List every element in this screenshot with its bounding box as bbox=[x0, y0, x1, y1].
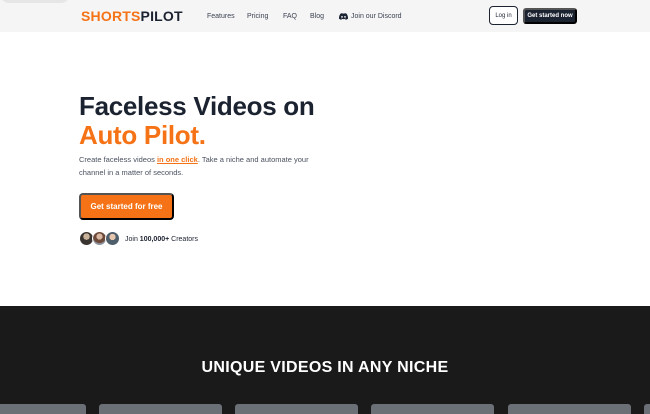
hero-description: Create faceless videos in one click. Tak… bbox=[79, 153, 329, 179]
hero-desc-highlight-link[interactable]: in one click bbox=[157, 155, 198, 164]
discord-icon bbox=[339, 13, 348, 20]
video-card[interactable] bbox=[235, 404, 358, 414]
nav-link-discord[interactable]: Join our Discord bbox=[339, 12, 402, 21]
video-card[interactable] bbox=[508, 404, 631, 414]
niche-section-title: UNIQUE VIDEOS IN ANY NICHE bbox=[201, 359, 449, 376]
logo-part-shorts: SHORTS bbox=[81, 8, 141, 24]
get-started-free-button[interactable]: Get started for free bbox=[79, 193, 174, 220]
nav-link-faq[interactable]: FAQ bbox=[283, 12, 297, 21]
hero-title-line1: Faceless Videos on bbox=[79, 91, 315, 121]
avatar bbox=[105, 231, 120, 246]
video-card[interactable] bbox=[0, 404, 86, 414]
logo-part-pilot: PILOT bbox=[140, 8, 183, 24]
nav-link-features[interactable]: Features bbox=[207, 12, 235, 21]
creator-avatars bbox=[79, 231, 123, 246]
nav-link-blog[interactable]: Blog bbox=[310, 12, 324, 21]
hero-desc-before: Create faceless videos bbox=[79, 155, 157, 164]
brand-logo[interactable]: SHORTSPILOT bbox=[81, 8, 183, 24]
join-count: 100,000+ bbox=[139, 236, 170, 243]
video-card[interactable] bbox=[99, 404, 222, 414]
video-card[interactable] bbox=[644, 404, 650, 414]
hero-title-line2: Auto Pilot. bbox=[79, 120, 206, 150]
hero-title: Faceless Videos on Auto Pilot. bbox=[79, 91, 315, 150]
nav-link-pricing[interactable]: Pricing bbox=[247, 12, 268, 21]
get-started-now-button[interactable]: Get started now bbox=[523, 8, 577, 24]
top-edge-shadow bbox=[0, 0, 70, 3]
video-card[interactable] bbox=[371, 404, 494, 414]
top-navbar: SHORTSPILOT Features Pricing FAQ Blog Jo… bbox=[0, 0, 650, 32]
discord-label: Join our Discord bbox=[351, 13, 402, 20]
join-suffix: Creators bbox=[169, 236, 198, 243]
login-button[interactable]: Log in bbox=[489, 6, 518, 25]
join-creators-text: Join 100,000+ Creators bbox=[125, 235, 198, 244]
join-prefix: Join bbox=[125, 236, 140, 243]
